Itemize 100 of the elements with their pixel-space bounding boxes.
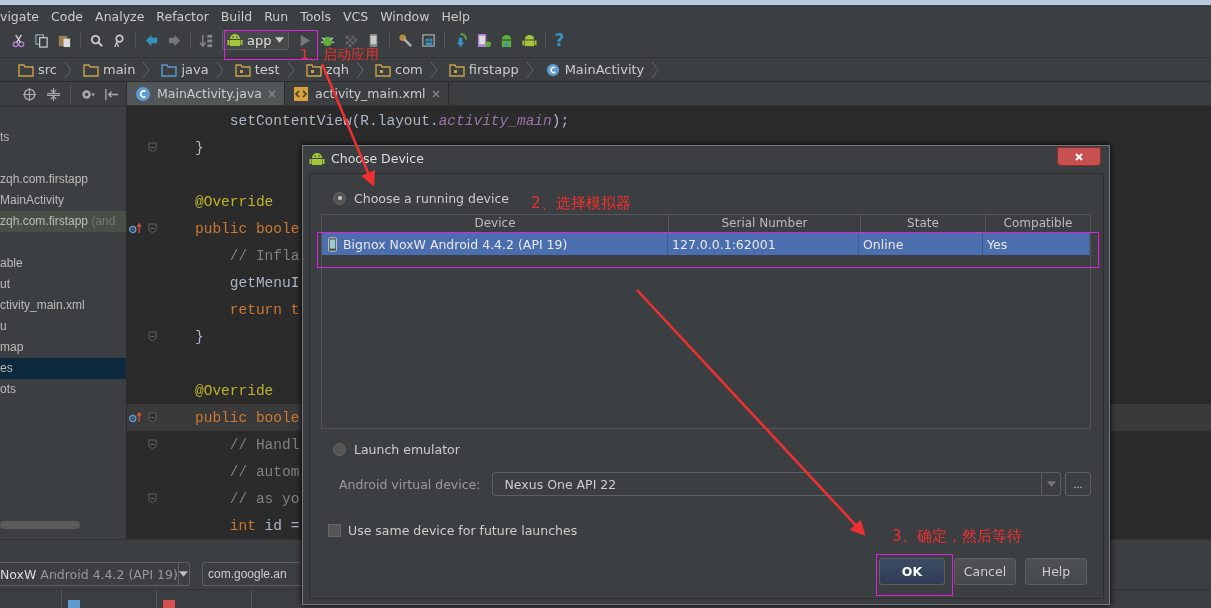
process-dropdown[interactable]: com.google.an — [202, 562, 301, 587]
crosshair-icon[interactable] — [22, 86, 37, 102]
tree-item[interactable]: ots — [0, 379, 126, 401]
folder-icon — [83, 62, 99, 77]
breadcrumb-item[interactable]: firstapp — [436, 61, 533, 78]
scrollbar-thumb[interactable] — [0, 521, 80, 530]
browse-button[interactable]: ... — [1065, 472, 1091, 496]
code-line: // autom — [228, 463, 300, 480]
back-arrow-icon[interactable] — [144, 32, 159, 48]
close-icon[interactable] — [431, 89, 440, 98]
breadcrumb-item[interactable]: com — [363, 61, 437, 78]
table-cell: Bignox NoxW Android 4.4.2 (API 19) — [343, 236, 568, 252]
run-config-label: app — [247, 32, 272, 48]
radio-label[interactable]: Choose a running device — [354, 190, 510, 206]
menu-item[interactable]: VCS — [342, 8, 369, 24]
table-cell: Yes — [983, 233, 1090, 255]
search-icon[interactable] — [89, 32, 104, 48]
editor-tab[interactable]: MainActivity.java — [127, 82, 285, 106]
tree-item[interactable]: MainActivity — [0, 190, 126, 212]
radio-button[interactable] — [333, 442, 346, 456]
fold-marker-icon[interactable] — [148, 439, 157, 451]
checkbox-label[interactable]: Use same device for future launches — [348, 522, 578, 538]
breadcrumb-item[interactable]: main — [71, 61, 150, 78]
menu-item[interactable]: Window — [380, 8, 430, 24]
fold-marker-icon[interactable] — [148, 493, 157, 505]
code-line: public boole — [195, 220, 300, 237]
column-header[interactable]: Device — [322, 215, 669, 232]
menu-item[interactable]: Build — [220, 8, 253, 24]
dialog-button[interactable]: Help — [1025, 558, 1087, 585]
close-icon — [1074, 151, 1084, 162]
device-manager-icon[interactable] — [476, 32, 492, 48]
code-line: return t — [228, 301, 300, 318]
close-button[interactable] — [1057, 147, 1101, 166]
breadcrumb-item[interactable]: MainActivity — [532, 61, 659, 78]
breadcrumb-item[interactable]: test — [222, 61, 294, 78]
override-marker-icon[interactable] — [129, 223, 142, 235]
column-header[interactable]: State — [861, 215, 986, 232]
chevron-icon — [65, 61, 71, 78]
cut-icon[interactable] — [11, 32, 26, 48]
copy-icon[interactable] — [34, 32, 49, 48]
annotation-text: 1、启动应用 — [300, 48, 379, 61]
column-header[interactable]: Compatible — [986, 215, 1090, 232]
menu-item[interactable]: Refactor — [156, 8, 209, 24]
table-row[interactable]: Bignox NoxW Android 4.4.2 (API 19) 127.0.0.1:62001 Online Yes — [322, 233, 1090, 255]
tree-item[interactable]: ts — [0, 127, 126, 149]
pin-left-icon[interactable] — [104, 86, 119, 102]
structure-icon[interactable] — [421, 32, 437, 48]
chevron-icon — [430, 61, 437, 78]
folder-icon — [18, 62, 34, 77]
close-icon[interactable] — [267, 89, 276, 98]
device-dropdown[interactable]: NoxW Android 4.4.2 (API 19) — [0, 562, 190, 587]
wrench-icon[interactable] — [398, 32, 414, 48]
tree-item[interactable]: u — [0, 316, 126, 338]
folder-icon — [161, 62, 178, 77]
radio-label[interactable]: Launch emulator — [354, 441, 460, 457]
annotation-text: 3、确定，然后等待 — [892, 529, 1022, 544]
chevron-icon — [652, 61, 659, 78]
collapse-icon[interactable] — [46, 86, 61, 102]
binary-sort-icon[interactable] — [199, 32, 214, 48]
fold-marker-icon[interactable] — [148, 142, 157, 154]
code-line: // Handl — [228, 436, 300, 453]
code-line: @Override — [195, 193, 274, 210]
menu-item[interactable]: Analyze — [95, 8, 145, 24]
xml-file-icon — [292, 85, 309, 102]
menu-item[interactable]: Run — [264, 8, 289, 24]
dialog-button[interactable]: OK — [879, 558, 945, 585]
field-label: Android virtual device: — [339, 476, 481, 492]
memory-icon — [68, 600, 80, 608]
chevron-icon — [143, 61, 150, 78]
code-line: } — [195, 328, 204, 345]
breadcrumb-item[interactable]: zqh — [293, 61, 363, 78]
chevron-icon — [357, 61, 363, 78]
menu-item[interactable]: Help — [441, 8, 470, 24]
tree-item[interactable]: ut — [0, 274, 126, 296]
dialog-button[interactable]: Cancel — [954, 558, 1016, 585]
breadcrumb-item[interactable]: src — [2, 61, 71, 78]
radio-button[interactable] — [333, 191, 346, 205]
tree-item[interactable]: map — [0, 337, 126, 359]
menu-item[interactable]: vigate — [0, 8, 40, 24]
class-icon — [544, 62, 561, 77]
breadcrumb-item[interactable]: java — [149, 61, 223, 78]
fold-marker-icon[interactable] — [148, 223, 157, 235]
checkbox[interactable] — [328, 523, 341, 537]
fold-marker-icon[interactable] — [148, 331, 157, 343]
tree-item[interactable]: es — [0, 358, 126, 380]
tree-item[interactable]: able — [0, 253, 126, 275]
override-marker-icon[interactable] — [129, 412, 142, 424]
code-line: public boole — [195, 409, 300, 426]
menu-item[interactable]: Code — [51, 8, 84, 24]
tree-item[interactable]: zqh.com.firstapp — [0, 169, 126, 191]
replace-icon[interactable] — [112, 32, 127, 48]
device-selection: NoxW Android 4.4.2 (API 19) — [0, 566, 178, 582]
android-icon[interactable] — [522, 32, 538, 48]
chevron-icon — [216, 61, 223, 78]
virtual-device-dropdown[interactable]: Nexus One API 22 — [491, 472, 1061, 496]
folder-icon — [448, 62, 465, 77]
fold-marker-icon[interactable] — [148, 412, 157, 424]
tree-item[interactable]: ctivity_main.xml — [0, 295, 126, 317]
column-header[interactable]: Serial Number — [669, 215, 861, 232]
menu-item[interactable]: Tools — [300, 8, 331, 24]
